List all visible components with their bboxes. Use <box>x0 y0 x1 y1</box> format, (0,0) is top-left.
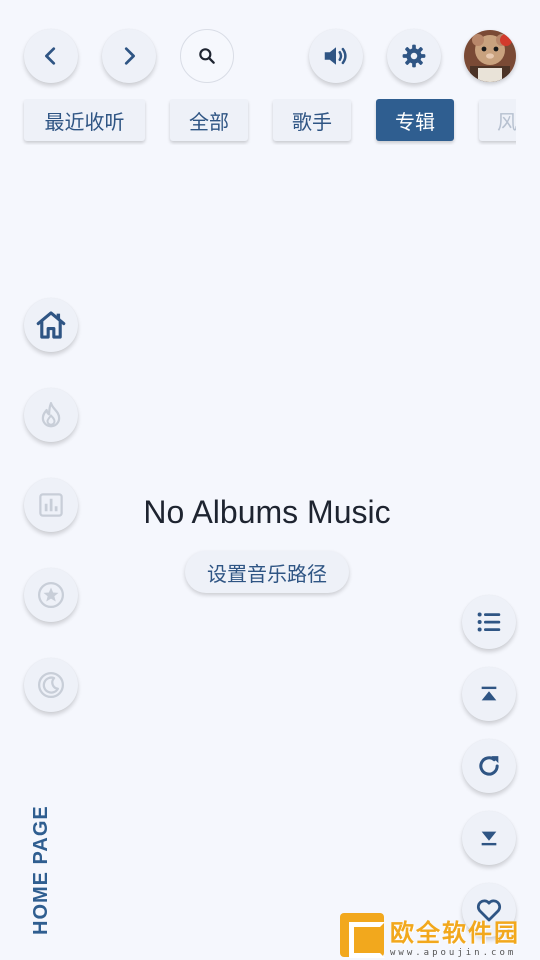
nav-favorites-button[interactable] <box>24 568 78 622</box>
back-button[interactable] <box>24 29 78 83</box>
tab-all[interactable]: 全部 <box>170 99 248 141</box>
watermark-name: 欧全软件园 <box>390 918 520 947</box>
tab-genre[interactable]: 风 <box>479 99 516 141</box>
playlist-button[interactable] <box>462 595 516 649</box>
tab-albums[interactable]: 专辑 <box>376 99 454 141</box>
volume-button[interactable] <box>309 29 363 83</box>
scroll-top-button[interactable] <box>462 667 516 721</box>
refresh-button[interactable] <box>462 739 516 793</box>
avatar[interactable] <box>464 30 516 82</box>
watermark-text: 欧全软件园 www.apoujin.com <box>390 913 520 958</box>
set-music-path-button[interactable]: 设置音乐路径 <box>185 551 349 593</box>
empty-state-title: No Albums Music <box>143 494 391 530</box>
tab-recent[interactable]: 最近收听 <box>24 99 145 141</box>
gear-icon <box>402 44 426 68</box>
moon-icon <box>38 672 64 698</box>
nav-home-button[interactable] <box>24 298 78 352</box>
watermark: 欧全软件园 www.apoujin.com <box>340 912 536 958</box>
watermark-url: www.apoujin.com <box>390 947 517 958</box>
page-label: HOME PAGE <box>30 805 52 935</box>
home-icon <box>36 311 66 339</box>
search-icon <box>199 48 215 64</box>
chevron-right-icon <box>124 47 135 65</box>
scroll-top-icon <box>481 686 497 701</box>
scroll-bottom-button[interactable] <box>462 811 516 865</box>
search-button[interactable] <box>180 29 234 83</box>
refresh-icon <box>479 756 499 776</box>
category-tabs: 最近收听 全部 歌手 专辑 风 <box>0 99 516 145</box>
settings-button[interactable] <box>387 29 441 83</box>
chevron-left-icon <box>45 47 56 65</box>
list-icon <box>477 612 501 632</box>
avatar-image <box>464 30 516 82</box>
star-icon <box>38 582 64 608</box>
flame-icon <box>41 402 61 428</box>
tab-artists[interactable]: 歌手 <box>273 99 351 141</box>
forward-button[interactable] <box>102 29 156 83</box>
volume-icon <box>324 47 347 65</box>
scroll-bottom-icon <box>481 831 497 846</box>
nav-hot-button[interactable] <box>24 388 78 442</box>
watermark-logo-icon <box>340 913 385 958</box>
nav-theme-button[interactable] <box>24 658 78 712</box>
